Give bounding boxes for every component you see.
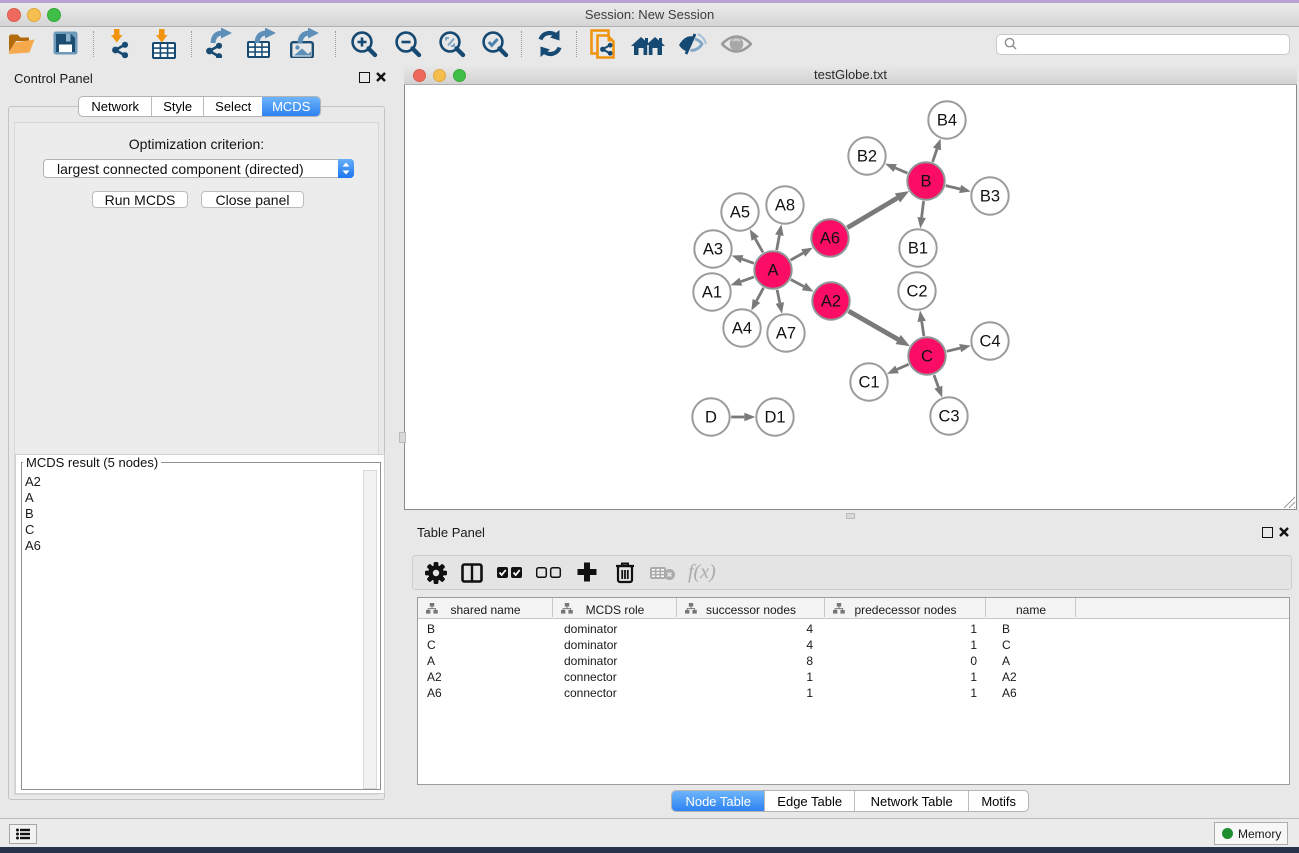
svg-text:C4: C4	[979, 333, 1000, 351]
svg-text:A1: A1	[702, 284, 722, 302]
svg-text:B2: B2	[857, 148, 877, 166]
svg-text:B3: B3	[980, 188, 1000, 206]
svg-text:A3: A3	[703, 241, 723, 259]
svg-text:B1: B1	[908, 240, 928, 258]
svg-text:C1: C1	[858, 374, 879, 392]
svg-text:C: C	[921, 348, 933, 366]
svg-text:D1: D1	[764, 409, 785, 427]
svg-text:A2: A2	[821, 293, 841, 311]
svg-text:C2: C2	[906, 283, 927, 301]
svg-text:A6: A6	[820, 230, 840, 248]
svg-text:A7: A7	[776, 325, 796, 343]
svg-text:D: D	[705, 409, 717, 427]
svg-text:A: A	[767, 262, 778, 280]
svg-text:A5: A5	[730, 204, 750, 222]
svg-text:C3: C3	[938, 408, 959, 426]
svg-text:A4: A4	[732, 320, 752, 338]
svg-text:B: B	[920, 173, 931, 191]
svg-text:A8: A8	[775, 197, 795, 215]
svg-text:B4: B4	[937, 112, 957, 130]
